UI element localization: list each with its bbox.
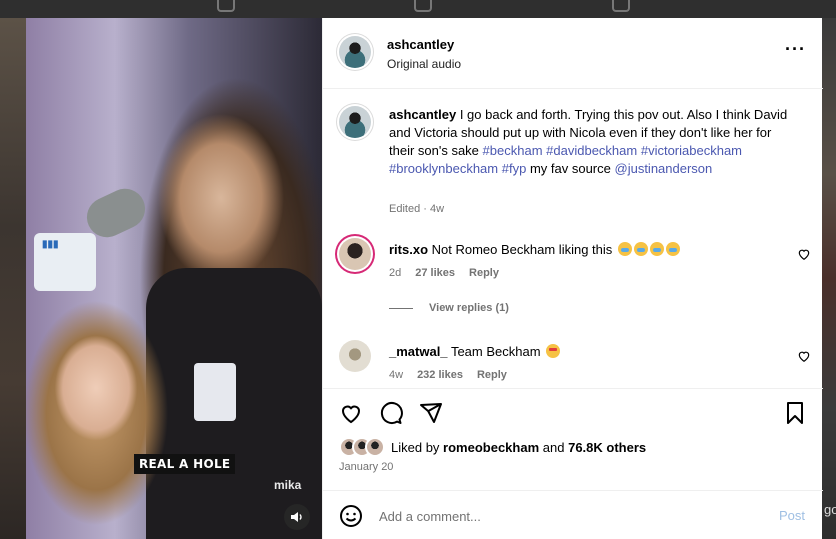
comment-age: 2d (389, 267, 402, 279)
audio-link[interactable]: Original audio (387, 57, 461, 71)
emoji-icon[interactable] (339, 504, 363, 528)
hashtag-link[interactable]: #brooklynbeckham (389, 161, 498, 176)
background-reel-icon (414, 0, 432, 12)
heart-icon[interactable] (339, 401, 363, 425)
background-profile-icon (612, 0, 630, 12)
reply-button[interactable]: Reply (469, 267, 499, 279)
background-right-text: go (824, 502, 836, 517)
hashtag-link[interactable]: #fyp (502, 161, 527, 176)
comment-likes[interactable]: 27 likes (415, 267, 455, 279)
mention-link[interactable]: @justinanderson (615, 161, 713, 176)
view-replies-line (389, 307, 413, 309)
comment-input[interactable] (379, 505, 759, 527)
crying-face-icon (617, 242, 632, 256)
heart-icon[interactable] (797, 349, 811, 363)
liker-avatar (365, 437, 385, 457)
background-right-strip (822, 18, 836, 539)
likes-summary[interactable]: Liked by romeobeckham and 76.8K others (339, 437, 646, 457)
hashtag-link[interactable]: #beckham (483, 143, 543, 158)
author-avatar[interactable] (339, 36, 371, 68)
comment-body: Team Beckham (450, 344, 541, 359)
post-actions: Liked by romeobeckham and 76.8K others J… (323, 388, 823, 498)
caption-text: ashcantley I go back and forth. Trying t… (389, 106, 799, 178)
share-icon[interactable] (419, 401, 443, 425)
comment-meta: 4w 232 likes Reply (389, 369, 507, 381)
post-side-panel: ashcantley Original audio ··· ashcantley… (322, 18, 823, 539)
comment-icon[interactable] (379, 401, 403, 425)
star-struck-icon (546, 344, 561, 358)
reply-button[interactable]: Reply (477, 369, 507, 381)
heart-icon[interactable] (797, 247, 811, 261)
comment-text: _matwal_ Team Beckham (389, 344, 561, 359)
sound-icon[interactable] (284, 504, 310, 530)
post-date: January 20 (339, 461, 394, 473)
comment-text: rits.xo Not Romeo Beckham liking this (389, 242, 680, 257)
comment-composer: Post (323, 490, 823, 539)
post-button[interactable]: Post (779, 508, 805, 523)
author-username[interactable]: ashcantley (387, 37, 454, 52)
hashtag-link[interactable]: #davidbeckham (546, 143, 637, 158)
background-grid-icon (217, 0, 235, 12)
more-icon[interactable]: ··· (785, 40, 806, 58)
liker-avatars (339, 437, 391, 457)
video-brand-text: mika (274, 478, 302, 492)
hashtag-link[interactable]: #victoriabeckham (641, 143, 742, 158)
liked-by-others[interactable]: 76.8K others (568, 440, 646, 455)
comment-body: Not Romeo Beckham liking this (431, 242, 613, 257)
crying-face-icon (633, 242, 648, 256)
video-presenter (26, 273, 226, 539)
caption-username[interactable]: ashcantley (389, 107, 456, 122)
commenter-avatar[interactable] (339, 238, 371, 270)
liked-by-and: and (542, 439, 565, 455)
bookmark-icon[interactable] (783, 401, 807, 425)
liked-by-user[interactable]: romeobeckham (443, 440, 539, 455)
view-replies-label: View replies (1) (429, 302, 509, 314)
crying-face-icon (649, 242, 664, 256)
comment-age: 4w (389, 369, 404, 381)
commenter-username[interactable]: rits.xo (389, 242, 428, 257)
post-modal: ▮▮▮ REAL A HOLE mika ashcantley Original… (26, 18, 823, 539)
view-replies-button[interactable]: View replies (1) (389, 302, 509, 314)
caption-avatar[interactable] (339, 106, 371, 138)
caption-tail: my fav source (529, 161, 611, 176)
commenter-avatar[interactable] (339, 340, 371, 372)
crying-face-icon (665, 242, 680, 256)
caption-edited-meta: Edited · 4w (389, 203, 445, 215)
liked-by-prefix: Liked by (391, 439, 440, 455)
background-left-strip (0, 18, 26, 539)
background-topbar (0, 0, 836, 18)
post-video[interactable]: ▮▮▮ REAL A HOLE mika (26, 18, 322, 539)
post-header: ashcantley Original audio ··· (323, 18, 823, 89)
commenter-username[interactable]: _matwal_ (389, 344, 448, 359)
video-caption: REAL A HOLE (134, 454, 236, 474)
comment-likes[interactable]: 232 likes (417, 369, 463, 381)
comment-meta: 2d 27 likes Reply (389, 267, 499, 279)
